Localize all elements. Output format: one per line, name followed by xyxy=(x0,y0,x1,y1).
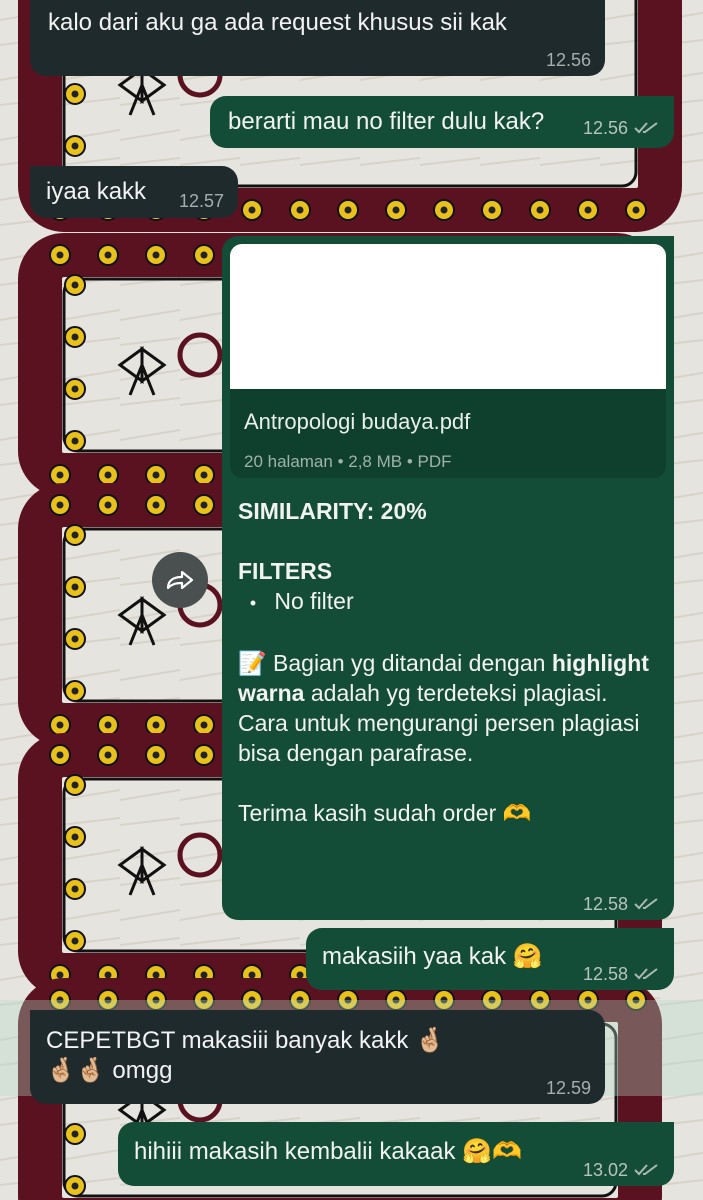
message-meta: 12.56 xyxy=(546,50,591,70)
message-bubble-incoming[interactable]: CEPETBGT makasiii banyak kakk 🤞🏼🤞🏼🤞🏼 omg… xyxy=(30,1010,605,1104)
message-bubble-incoming[interactable]: iyaa kakk 12.57 xyxy=(30,166,238,218)
message-text: berarti mau no filter dulu kak? xyxy=(228,108,545,135)
memo-icon: 📝 xyxy=(238,650,267,676)
message-time: 12.56 xyxy=(545,50,591,70)
message-time: 12.56 xyxy=(582,118,628,138)
document-attachment[interactable]: Antropologi budaya.pdf 20 halaman • 2,8 … xyxy=(230,244,666,478)
document-caption: SIMILARITY: 20% FILTERS • No filter 📝 Ba… xyxy=(238,496,658,828)
filter-list-item: • No filter xyxy=(238,586,658,618)
message-meta: 12.57 xyxy=(179,191,224,211)
note-paragraph: 📝 Bagian yg ditandai dengan highlight wa… xyxy=(238,650,649,766)
document-preview xyxy=(230,244,666,389)
message-text: hihiii makasih kembalii kakaak 🤗🫶 xyxy=(134,1138,522,1165)
message-bubble-outgoing[interactable]: makasiih yaa kak 🤗 12.58 xyxy=(306,928,674,990)
message-meta: 12.56 xyxy=(583,118,660,138)
message-meta: 12.58 xyxy=(583,964,660,984)
document-message-bubble[interactable]: Antropologi budaya.pdf 20 halaman • 2,8 … xyxy=(222,236,674,920)
message-meta: 13.02 xyxy=(583,1160,660,1180)
message-time: 13.02 xyxy=(582,1160,628,1180)
double-check-icon xyxy=(634,967,660,981)
message-time: 12.59 xyxy=(545,1078,591,1098)
message-time: 12.58 xyxy=(582,964,628,984)
document-name: Antropologi budaya.pdf xyxy=(244,409,471,434)
double-check-icon xyxy=(634,897,660,911)
filters-heading: FILTERS xyxy=(238,558,333,584)
message-text: makasiih yaa kak 🤗 xyxy=(322,943,543,970)
document-info: 20 halaman • 2,8 MB • PDF xyxy=(244,452,452,471)
thanks-text: Terima kasih sudah order 🫶 xyxy=(238,800,532,826)
message-time: 12.58 xyxy=(582,894,628,914)
message-meta: 12.58 xyxy=(583,894,660,914)
message-bubble-outgoing[interactable]: hihiii makasih kembalii kakaak 🤗🫶 13.02 xyxy=(118,1122,674,1186)
bullet: • xyxy=(249,593,257,613)
double-check-icon xyxy=(634,1163,660,1177)
message-text: kalo dari aku ga ada request khusus sii … xyxy=(48,9,507,36)
message-meta: 12.59 xyxy=(546,1078,591,1098)
forward-arrow-icon xyxy=(166,570,194,590)
forward-button[interactable] xyxy=(152,552,208,608)
message-text: CEPETBGT makasiii banyak kakk 🤞🏼🤞🏼🤞🏼 omg… xyxy=(46,1027,445,1084)
double-check-icon xyxy=(634,121,660,135)
similarity-text: SIMILARITY: 20% xyxy=(238,498,427,524)
message-bubble-outgoing[interactable]: berarti mau no filter dulu kak? 12.56 xyxy=(210,96,674,148)
message-time: 12.57 xyxy=(178,191,224,211)
filter-item-text: No filter xyxy=(274,588,354,614)
message-bubble-incoming[interactable]: kalo dari aku ga ada request khusus sii … xyxy=(30,0,605,76)
message-text: iyaa kakk xyxy=(46,178,147,205)
